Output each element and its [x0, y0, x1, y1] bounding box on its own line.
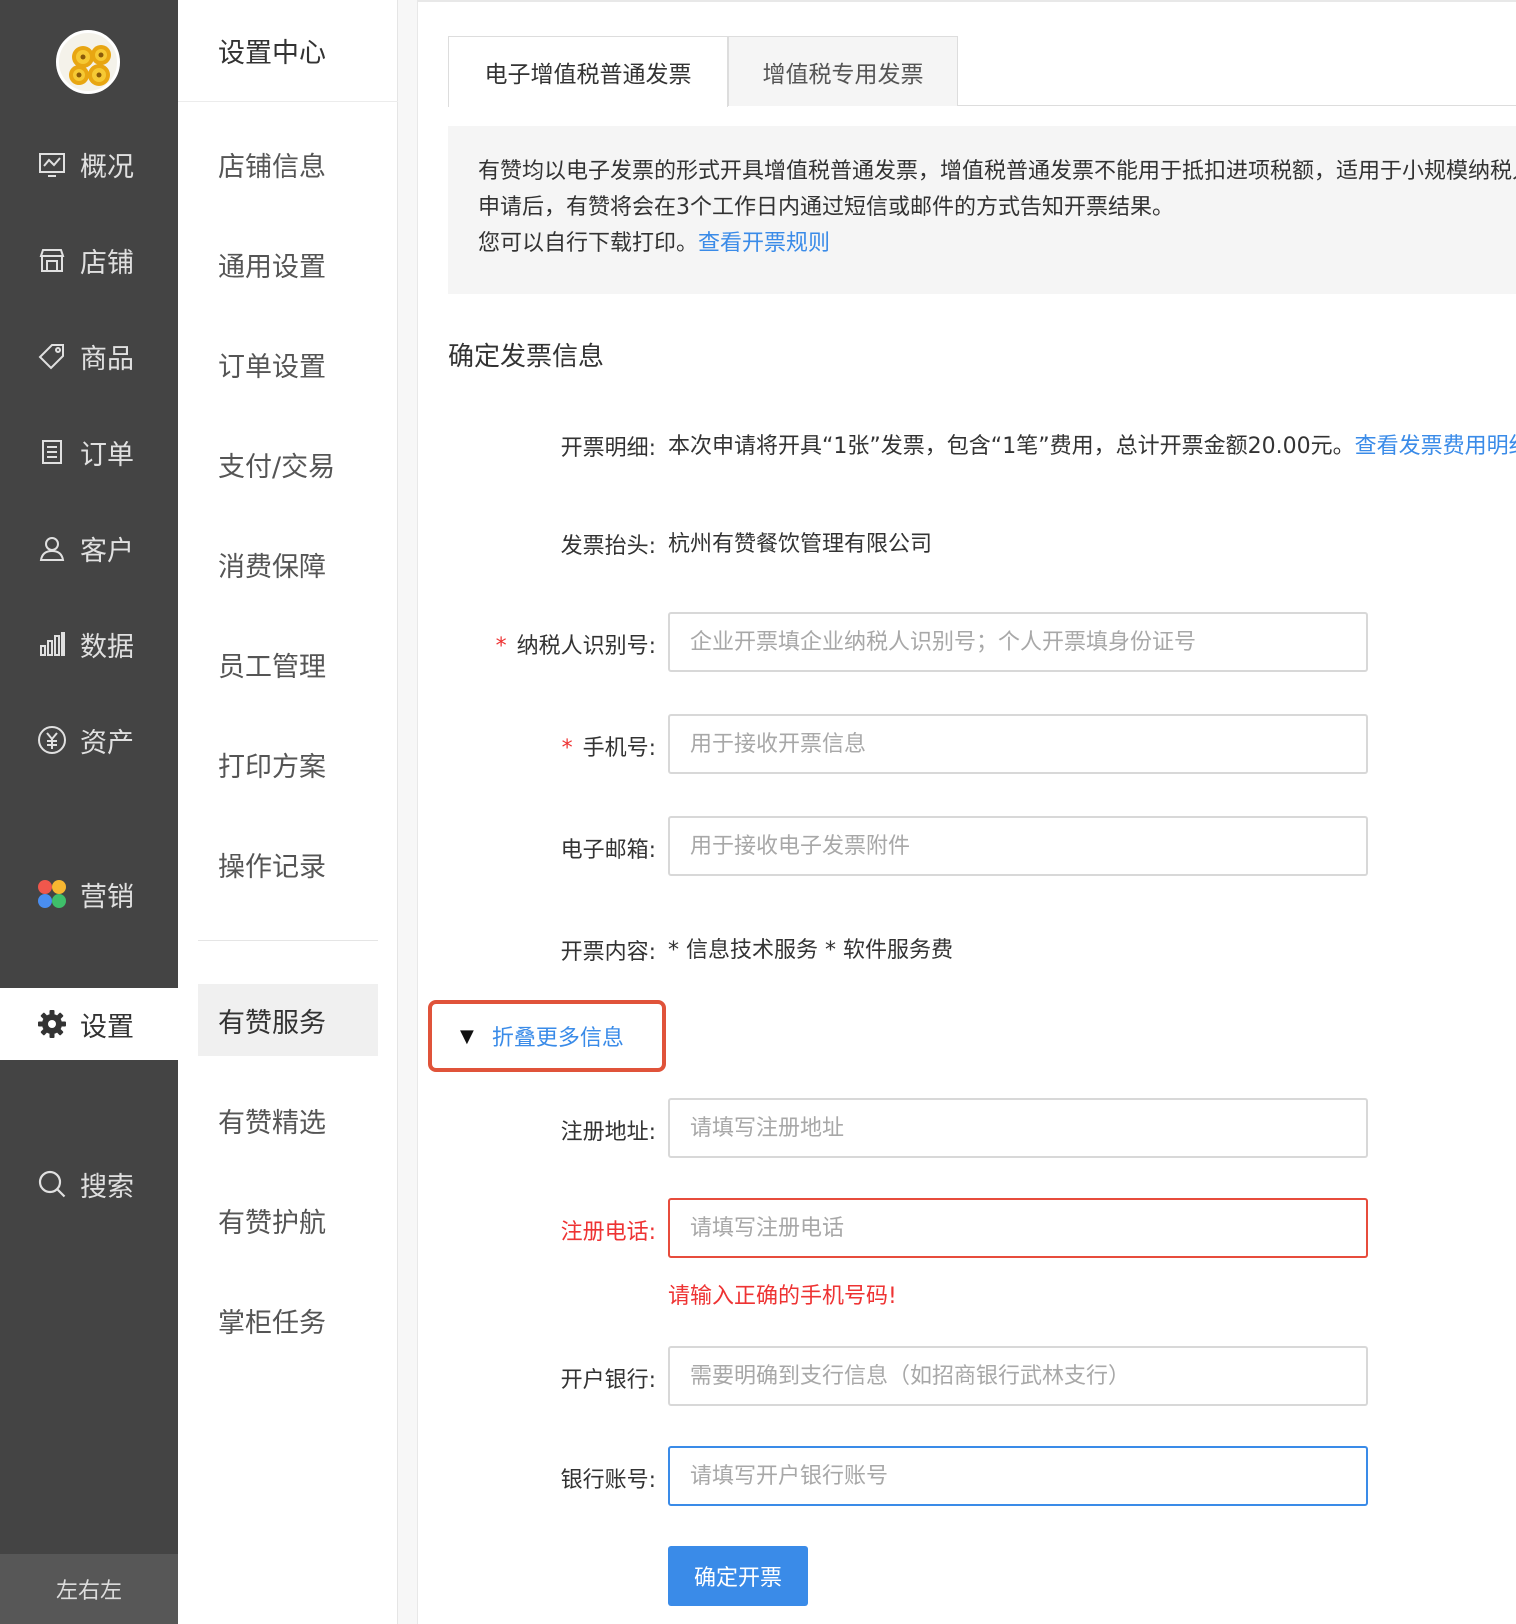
sidebar-item-youzan-escort[interactable]: 有赞护航 [198, 1184, 378, 1256]
invoice-rules-link[interactable]: 查看开票规则 [698, 231, 830, 256]
section-title: 确定发票信息 [448, 342, 605, 372]
user-name[interactable]: 左右左 [0, 1554, 178, 1624]
nav-label: 订单 [80, 439, 134, 471]
gear-icon [36, 1008, 68, 1040]
invoice-tabs: 电子增值税普通发票 增值税专用发票 [448, 36, 1516, 107]
bank-input[interactable] [668, 1346, 1368, 1406]
sidebar-item-payment[interactable]: 支付/交易 [198, 428, 378, 500]
settings-center-title: 设置中心 [178, 0, 398, 102]
detail-label: 开票明细: [560, 436, 656, 461]
nav-label: 设置 [80, 1011, 134, 1043]
invoice-title-value: 杭州有赞餐饮管理有限公司 [668, 532, 933, 557]
nav-item-store[interactable]: 店铺 [0, 224, 178, 296]
divider [198, 940, 378, 941]
sidebar-item-print[interactable]: 打印方案 [198, 728, 378, 800]
collapse-more-toggle[interactable]: ▼ 折叠更多信息 [428, 1000, 666, 1072]
reg-phone-label: 注册电话: [560, 1220, 656, 1245]
gutter [398, 0, 418, 1624]
notice-line: 申请后，有赞将会在3个工作日内通过短信或邮件的方式告知开票结果。 [478, 195, 1174, 220]
nav-item-assets[interactable]: 资产 [0, 704, 178, 776]
invoice-title-label: 发票抬头: [560, 534, 656, 559]
nav-label: 店铺 [80, 247, 134, 279]
notice-line: 有赞均以电子发票的形式开具增值税普通发票，增值税普通发票不能用于抵扣进项税额，适… [478, 159, 1516, 184]
sidebar-item-youzan-service[interactable]: 有赞服务 [198, 984, 378, 1056]
required-mark: * [495, 634, 507, 659]
bank-label: 开户银行: [560, 1368, 656, 1393]
sidebar-item-logs[interactable]: 操作记录 [198, 828, 378, 900]
nav-item-search[interactable]: 搜索 [0, 1148, 178, 1220]
search-icon [36, 1168, 68, 1200]
user-icon [36, 532, 68, 564]
tag-icon [36, 340, 68, 372]
phone-label-text: 手机号: [582, 736, 656, 761]
nav-label: 数据 [80, 631, 134, 663]
avatar[interactable] [56, 30, 120, 94]
reg-phone-input[interactable] [668, 1198, 1368, 1258]
main-content: 电子增值税普通发票 增值税专用发票 有赞均以电子发票的形式开具增值税普通发票，增… [418, 0, 1516, 1624]
nav-item-marketing[interactable]: 营销 [0, 858, 178, 930]
notice-text: 您可以自行下载打印。 [478, 231, 699, 256]
tab-electronic-invoice[interactable]: 电子增值税普通发票 [448, 36, 728, 107]
content-value: * 信息技术服务 * 软件服务费 [668, 938, 953, 963]
sidebar-item-youzan-select[interactable]: 有赞精选 [198, 1084, 378, 1156]
nav-item-overview[interactable]: 概况 [0, 128, 178, 200]
fee-detail-link[interactable]: 查看发票费用明细 [1355, 434, 1516, 459]
nav-label: 营销 [80, 881, 134, 913]
secondary-sidebar: 设置中心 店铺信息 通用设置 订单设置 支付/交易 消费保障 员工管理 打印方案… [178, 0, 398, 1624]
bar-chart-icon [36, 628, 68, 660]
yuan-icon [36, 724, 68, 756]
tax-id-input[interactable] [668, 612, 1368, 672]
notice-line: 您可以自行下载打印。查看开票规则 [478, 226, 1516, 262]
tab-special-invoice[interactable]: 增值税专用发票 [728, 36, 958, 106]
confirm-invoice-button[interactable]: 确定开票 [668, 1546, 808, 1606]
nav-item-customers[interactable]: 客户 [0, 512, 178, 584]
reg-address-label: 注册地址: [560, 1120, 656, 1145]
nav-label: 客户 [80, 535, 134, 567]
primary-sidebar: 概况 店铺 商品 订单 客户 数据 资产 营销 设置 搜索 左右左 [0, 0, 178, 1624]
invoice-notice: 有赞均以电子发票的形式开具增值税普通发票，增值税普通发票不能用于抵扣进项税额，适… [448, 126, 1516, 294]
phone-input[interactable] [668, 714, 1368, 774]
content-label: 开票内容: [560, 940, 656, 965]
nav-label: 概况 [80, 151, 134, 183]
store-icon [36, 244, 68, 276]
detail-text: 本次申请将开具“1张”发票，包含“1笔”费用，总计开票金额20.00元。 [668, 434, 1355, 459]
order-icon [36, 436, 68, 468]
phone-label: * 手机号: [562, 730, 656, 762]
detail-value: 本次申请将开具“1张”发票，包含“1笔”费用，总计开票金额20.00元。查看发票… [668, 428, 1516, 460]
marketing-icon [36, 878, 68, 910]
email-label: 电子邮箱: [560, 838, 656, 863]
sidebar-item-store-info[interactable]: 店铺信息 [198, 128, 378, 200]
sidebar-item-tasks[interactable]: 掌柜任务 [198, 1284, 378, 1356]
sidebar-item-general-settings[interactable]: 通用设置 [198, 228, 378, 300]
sidebar-item-staff[interactable]: 员工管理 [198, 628, 378, 700]
account-input[interactable] [668, 1446, 1368, 1506]
tax-id-label-text: 纳税人识别号: [516, 634, 656, 659]
nav-item-data[interactable]: 数据 [0, 608, 178, 680]
triangle-down-icon: ▼ [460, 1025, 474, 1047]
nav-label: 搜索 [80, 1171, 134, 1203]
reg-phone-error: 请输入正确的手机号码! [668, 1284, 897, 1309]
nav-item-goods[interactable]: 商品 [0, 320, 178, 392]
account-label: 银行账号: [560, 1468, 656, 1493]
overview-icon [36, 148, 68, 180]
sidebar-item-order-settings[interactable]: 订单设置 [198, 328, 378, 400]
sidebar-item-consumer-protection[interactable]: 消费保障 [198, 528, 378, 600]
nav-label: 资产 [80, 727, 134, 759]
nav-item-orders[interactable]: 订单 [0, 416, 178, 488]
email-input[interactable] [668, 816, 1368, 876]
reg-address-input[interactable] [668, 1098, 1368, 1158]
nav-label: 商品 [80, 343, 134, 375]
tax-id-label: * 纳税人识别号: [496, 628, 656, 660]
required-mark: * [561, 736, 573, 761]
nav-item-settings[interactable]: 设置 [0, 988, 178, 1060]
collapse-label: 折叠更多信息 [491, 1026, 624, 1051]
